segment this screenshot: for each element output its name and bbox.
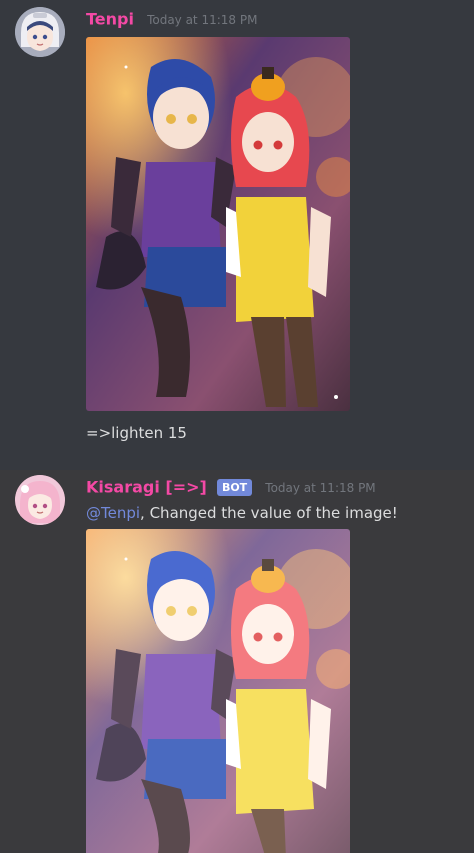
image-attachment[interactable] — [86, 529, 350, 853]
username[interactable]: Tenpi — [86, 10, 134, 29]
image-attachment[interactable] — [86, 37, 350, 411]
bot-tag: BOT — [216, 479, 253, 496]
anime-halloween-illustration-icon — [86, 37, 350, 411]
white-hooded-anime-girl-avatar-icon — [15, 7, 65, 57]
username[interactable]: Kisaragi [=>] — [86, 478, 207, 497]
message-tenpi: Tenpi Today at 11:18 PM =>lighten 15 — [0, 0, 474, 470]
anime-halloween-illustration-lightened-icon — [86, 529, 350, 853]
timestamp: Today at 11:18 PM — [147, 12, 258, 27]
message-kisaragi: Kisaragi [=>] BOT Today at 11:18 PM @Ten… — [0, 470, 474, 853]
message-header: Kisaragi [=>] BOT Today at 11:18 PM — [86, 476, 376, 498]
user-avatar[interactable] — [15, 7, 65, 57]
message-content: =>lighten 15 — [86, 424, 187, 442]
pink-haired-anime-girl-avatar-icon — [15, 475, 65, 525]
message-content: @Tenpi, Changed the value of the image! — [86, 503, 398, 523]
user-avatar[interactable] — [15, 475, 65, 525]
message-header: Tenpi Today at 11:18 PM — [86, 8, 257, 30]
user-mention[interactable]: @Tenpi — [86, 504, 140, 522]
timestamp: Today at 11:18 PM — [265, 480, 376, 495]
message-text: , Changed the value of the image! — [140, 504, 398, 522]
